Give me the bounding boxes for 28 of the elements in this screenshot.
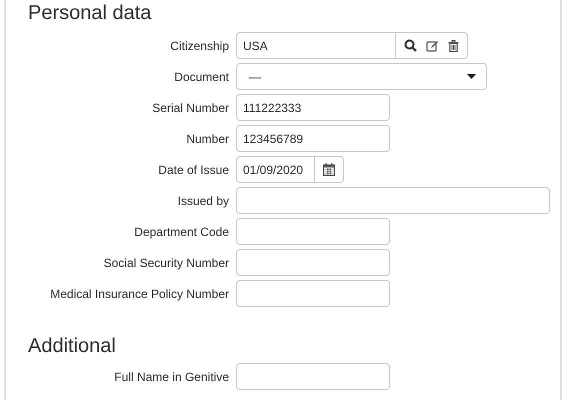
input-field[interactable]: 123456789 bbox=[236, 125, 390, 152]
field-label: Department Code bbox=[133, 224, 229, 238]
citizenship-field[interactable]: USA bbox=[236, 32, 396, 59]
section-heading: Additional bbox=[28, 334, 117, 359]
field-label: Serial Number bbox=[151, 100, 229, 114]
input-field[interactable] bbox=[236, 363, 390, 390]
input-field[interactable] bbox=[236, 249, 390, 276]
caret-icon bbox=[467, 74, 476, 79]
field-label: Full Name in Genitive bbox=[113, 370, 229, 384]
calendar-button[interactable] bbox=[314, 156, 344, 183]
field-label: Number bbox=[185, 132, 229, 146]
field-label: Document bbox=[173, 70, 229, 84]
field-label: Date of Issue bbox=[157, 162, 229, 176]
calendar-icon bbox=[323, 163, 335, 176]
input-field[interactable] bbox=[236, 187, 550, 214]
field-label: Issued by bbox=[176, 194, 229, 208]
field-label: Citizenship bbox=[169, 38, 229, 52]
input-field[interactable] bbox=[236, 280, 390, 307]
trash-icon[interactable] bbox=[448, 40, 459, 52]
edit-icon[interactable] bbox=[426, 40, 439, 52]
search-icon[interactable] bbox=[404, 39, 417, 52]
section-heading: Personal data bbox=[28, 1, 152, 26]
document-dropdown[interactable]: — bbox=[236, 63, 487, 90]
field-label: Social Security Number bbox=[102, 256, 229, 270]
input-field[interactable]: 111222333 bbox=[236, 94, 390, 121]
field-label: Medical Insurance Policy Number bbox=[49, 286, 229, 300]
input-field[interactable] bbox=[236, 218, 390, 245]
date-field[interactable]: 01/09/2020 bbox=[236, 156, 315, 183]
